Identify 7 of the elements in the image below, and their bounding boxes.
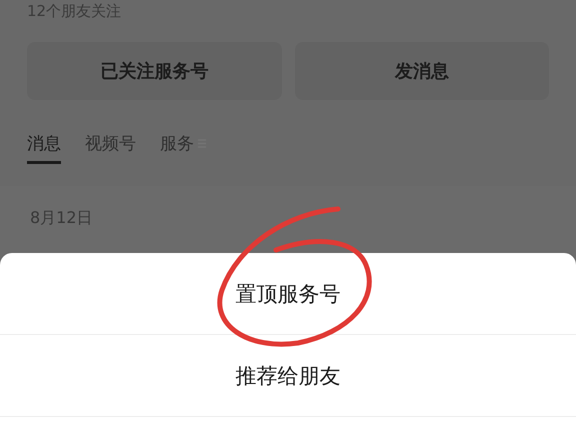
action-button[interactable]: 发消息 [294,42,549,100]
tab[interactable]: 视频号 [85,132,136,164]
tab[interactable]: 消息 [27,132,61,164]
action-button[interactable]: 已关注服务号 [27,42,282,100]
sheet-menu-item[interactable]: 推荐给朋友 [0,335,576,417]
sheet-menu-item[interactable]: 置顶服务号 [0,253,576,335]
tab[interactable]: 服务 [160,132,206,164]
